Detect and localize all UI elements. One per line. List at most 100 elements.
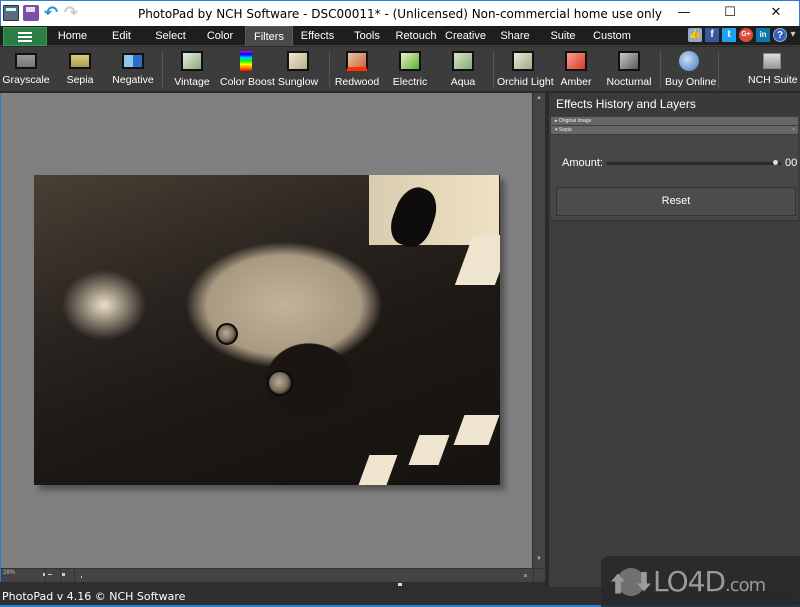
amount-slider-thumb[interactable] [772, 160, 778, 165]
toolbar-separator [493, 51, 494, 89]
filters-toolbar: Grayscale Sepia Negative Vintage Color B… [0, 47, 800, 92]
zoom-minus-icon[interactable] [48, 574, 52, 575]
sepia-icon [69, 53, 91, 69]
photo-blanket-stripe [358, 455, 398, 485]
photo-blanket-stripe [453, 415, 500, 445]
grayscale-button[interactable]: Grayscale [2, 49, 50, 91]
photo-blanket-stripe [408, 435, 450, 465]
panel-title: Effects History and Layers [549, 93, 800, 116]
zoom-separator [533, 569, 534, 582]
tab-custom[interactable]: Custom [587, 26, 637, 46]
toolbar-separator [660, 51, 661, 89]
title-bar: ↶ ↷ PhotoPad by NCH Software - DSC00011*… [0, 0, 800, 26]
horizontal-scroll-right-icon[interactable] [524, 574, 527, 577]
ribbon-tab-bar: Home Edit Select Color Filters Effects T… [0, 26, 800, 46]
amount-value: 00 [785, 157, 798, 169]
effects-history-panel: Effects History and Layers ▸ Original Im… [547, 93, 800, 587]
negative-button[interactable]: Negative [110, 49, 156, 91]
amber-button[interactable]: Amber [556, 49, 596, 91]
vertical-scrollbar[interactable]: ▲ ▼ [532, 93, 545, 568]
aqua-button[interactable]: Aqua [442, 49, 484, 91]
google-plus-icon[interactable]: G+ [739, 28, 753, 42]
main-menu-button[interactable] [3, 27, 47, 46]
buy-online-icon [679, 51, 699, 71]
twitter-icon[interactable]: t [722, 28, 736, 42]
minimize-button[interactable]: — [661, 1, 707, 25]
watermark-text: LO4D.com [653, 565, 766, 598]
like-icon[interactable]: 👍 [688, 28, 702, 42]
sepia-settings: Amount: 00 Reset [551, 135, 798, 221]
color-boost-button[interactable]: Color Boost [220, 49, 275, 91]
facebook-icon[interactable]: f [705, 28, 719, 42]
sepia-button[interactable]: Sepia [58, 49, 102, 91]
image-canvas[interactable] [0, 93, 532, 568]
color-boost-icon [240, 51, 252, 71]
negative-icon [122, 53, 144, 69]
lo4d-logo-icon [609, 564, 651, 600]
tab-share[interactable]: Share [491, 26, 539, 46]
orchid-light-icon [512, 51, 534, 71]
nocturnal-button[interactable]: Nocturnal [606, 49, 652, 91]
vintage-icon [181, 51, 203, 71]
tab-retouch[interactable]: Retouch [392, 26, 440, 46]
scroll-down-icon[interactable]: ▼ [536, 556, 542, 562]
nocturnal-icon [618, 51, 640, 71]
lo4d-watermark: LO4D.com [601, 556, 800, 607]
photo-cat-eye [216, 323, 238, 345]
amber-icon [565, 51, 587, 71]
orchid-light-button[interactable]: Orchid Light [497, 49, 554, 91]
tab-color[interactable]: Color [195, 26, 245, 46]
maximize-button[interactable]: ☐ [707, 1, 753, 25]
zoom-separator [60, 569, 61, 582]
zoom-separator [45, 569, 46, 582]
sunglow-icon [287, 51, 309, 71]
window-controls: — ☐ ✕ [661, 1, 799, 25]
tab-suite[interactable]: Suite [539, 26, 587, 46]
sunglow-button[interactable]: Sunglow [276, 49, 320, 91]
electric-button[interactable]: Electric [388, 49, 432, 91]
zoom-separator [74, 569, 75, 582]
help-dropdown-icon[interactable]: ▾ [790, 28, 796, 42]
grayscale-icon [15, 53, 37, 69]
layer-sepia[interactable]: ▾ Sepia × [551, 126, 798, 134]
linkedin-icon[interactable]: in [756, 28, 770, 42]
vintage-button[interactable]: Vintage [170, 49, 214, 91]
help-icon[interactable]: ? [773, 28, 787, 42]
scroll-up-icon[interactable]: ▲ [536, 95, 542, 101]
layer-original-image[interactable]: ▸ Original Image [551, 117, 798, 125]
buy-online-button[interactable]: Buy Online [665, 49, 716, 91]
redwood-icon [346, 51, 368, 71]
tab-select[interactable]: Select [146, 26, 195, 46]
zoom-bar: 28% [0, 568, 545, 582]
status-text: PhotoPad v 4.16 © NCH Software [2, 590, 186, 603]
tab-filters[interactable]: Filters [245, 26, 293, 46]
reset-button[interactable]: Reset [556, 187, 796, 216]
layer-label: Original Image [558, 118, 592, 124]
remove-layer-icon[interactable]: × [792, 126, 795, 134]
tab-home[interactable]: Home [48, 26, 97, 46]
splitter-grip-icon[interactable] [398, 583, 402, 586]
photo-cat-eye [267, 370, 293, 396]
electric-icon [399, 51, 421, 71]
toolbar-separator [718, 51, 719, 89]
close-button[interactable]: ✕ [753, 1, 799, 25]
redwood-button[interactable]: Redwood [334, 49, 380, 91]
tab-creative[interactable]: Creative [440, 26, 491, 46]
zoom-in-icon[interactable] [62, 573, 65, 576]
tab-edit[interactable]: Edit [97, 26, 146, 46]
social-links: 👍 f t G+ in ? ▾ [688, 28, 796, 42]
tab-tools[interactable]: Tools [342, 26, 392, 46]
amount-slider[interactable] [606, 160, 781, 165]
zoom-out-icon[interactable] [43, 573, 45, 576]
ribbon-tabs: Home Edit Select Color Filters Effects T… [48, 26, 637, 46]
amount-label: Amount: [562, 157, 603, 169]
zoom-level: 28% [3, 570, 16, 576]
aqua-icon [452, 51, 474, 71]
edited-photo[interactable] [34, 175, 500, 485]
layer-label: Sepia [558, 127, 572, 133]
tab-effects[interactable]: Effects [293, 26, 342, 46]
horizontal-scroll-left-icon[interactable] [81, 576, 82, 578]
nch-suite-button[interactable]: NCH Suite [748, 49, 798, 91]
toolbar-separator [329, 51, 330, 89]
hamburger-icon [18, 31, 32, 42]
